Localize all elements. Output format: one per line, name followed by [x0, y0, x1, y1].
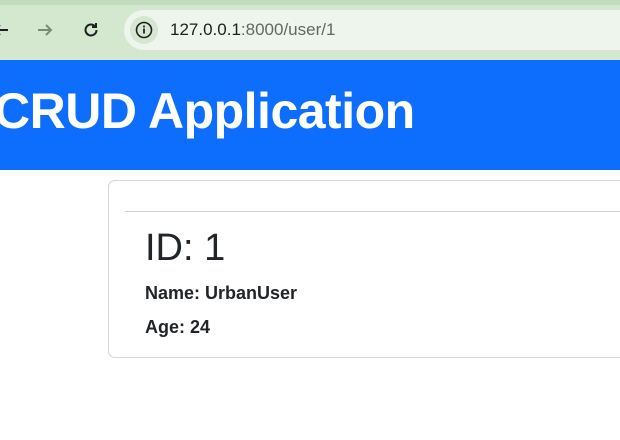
url-host: 127.0.0.1 — [170, 20, 241, 39]
url-text[interactable]: 127.0.0.1:8000/user/1 — [170, 20, 335, 40]
forward-button[interactable] — [30, 15, 60, 45]
user-age: Age: 24 — [145, 317, 211, 337]
arrow-left-icon — [0, 25, 8, 35]
site-info-button[interactable] — [130, 16, 158, 44]
user-id: ID: 1 — [145, 227, 226, 269]
user-name: Name: UrbanUser — [145, 283, 298, 303]
app-header: CRUD Application — [0, 60, 620, 170]
reload-button[interactable] — [76, 15, 106, 45]
app-title: CRUD Application — [0, 83, 415, 139]
arrow-right-icon — [38, 24, 53, 36]
card-divider — [125, 211, 620, 212]
reload-icon — [84, 23, 98, 37]
url-path: :8000/user/1 — [240, 20, 336, 39]
address-bar[interactable]: 127.0.0.1:8000/user/1 — [124, 10, 620, 50]
info-icon — [135, 21, 153, 39]
back-button[interactable] — [0, 15, 16, 45]
user-card: ID: 1 Name: UrbanUser Age: 24 — [108, 180, 620, 358]
browser-toolbar: 127.0.0.1:8000/user/1 — [0, 0, 620, 60]
